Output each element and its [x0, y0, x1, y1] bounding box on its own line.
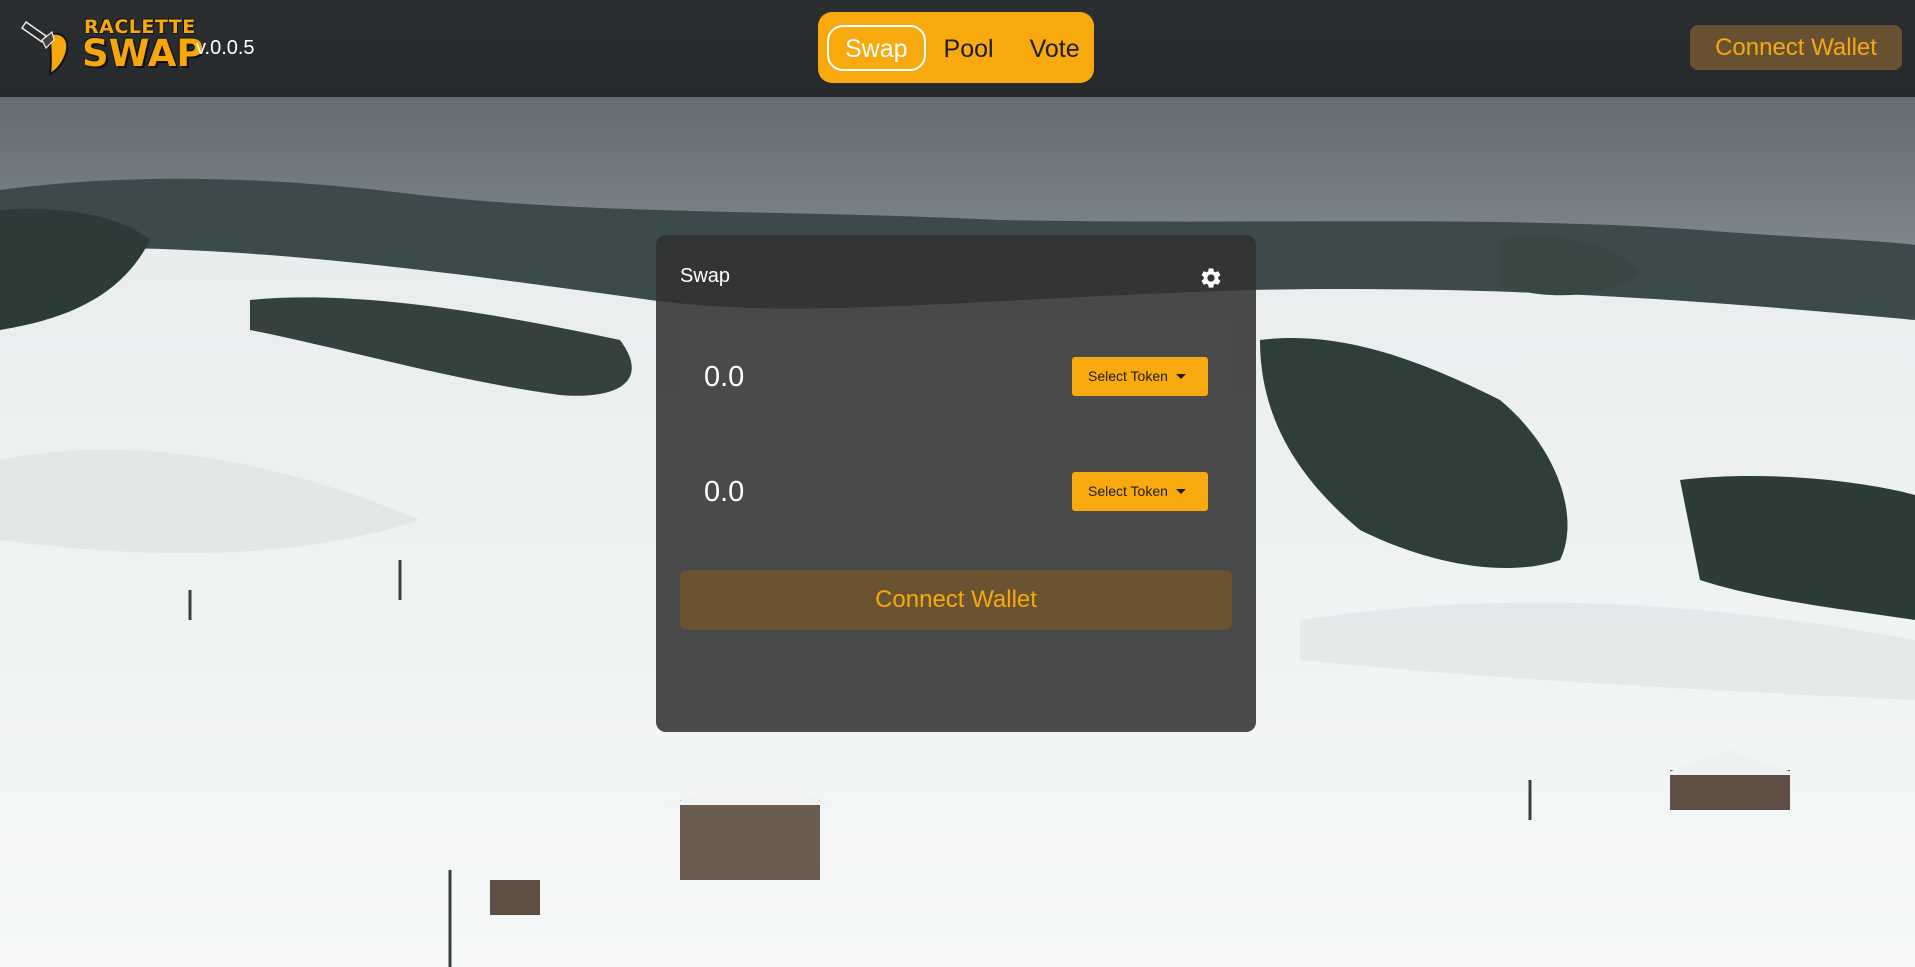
to-token-row: Select Token [680, 442, 1232, 542]
select-token-label: Select Token [1088, 368, 1168, 384]
swap-card-title: Swap [680, 265, 731, 287]
top-header: RACLETTE SWAP v.0.0.5 Swap Pool Vote Con… [0, 0, 1915, 97]
logo-text-swap: SWAP [82, 32, 204, 75]
nav-pool[interactable]: Pool [926, 25, 1012, 71]
gear-icon[interactable] [1199, 266, 1223, 290]
from-amount-input[interactable] [704, 355, 1044, 399]
to-select-token-button[interactable]: Select Token [1072, 472, 1208, 511]
main-nav: Swap Pool Vote [818, 12, 1094, 83]
from-token-row: Select Token [680, 327, 1232, 427]
raclette-swap-logo[interactable]: RACLETTE SWAP [20, 14, 204, 78]
header-connect-wallet-button[interactable]: Connect Wallet [1690, 25, 1902, 70]
nav-swap[interactable]: Swap [827, 24, 926, 71]
version-label: v.0.0.5 [196, 37, 255, 59]
nav-vote[interactable]: Vote [1012, 25, 1098, 71]
caret-down-icon [1176, 374, 1186, 379]
swap-connect-wallet-button[interactable]: Connect Wallet [680, 570, 1232, 630]
to-amount-input[interactable] [704, 470, 1044, 514]
caret-down-icon [1176, 489, 1186, 494]
from-select-token-button[interactable]: Select Token [1072, 357, 1208, 396]
swap-card: Swap Select Token Select Token Connect W… [656, 235, 1256, 732]
raclette-knife-icon [20, 20, 69, 76]
select-token-label: Select Token [1088, 483, 1168, 499]
